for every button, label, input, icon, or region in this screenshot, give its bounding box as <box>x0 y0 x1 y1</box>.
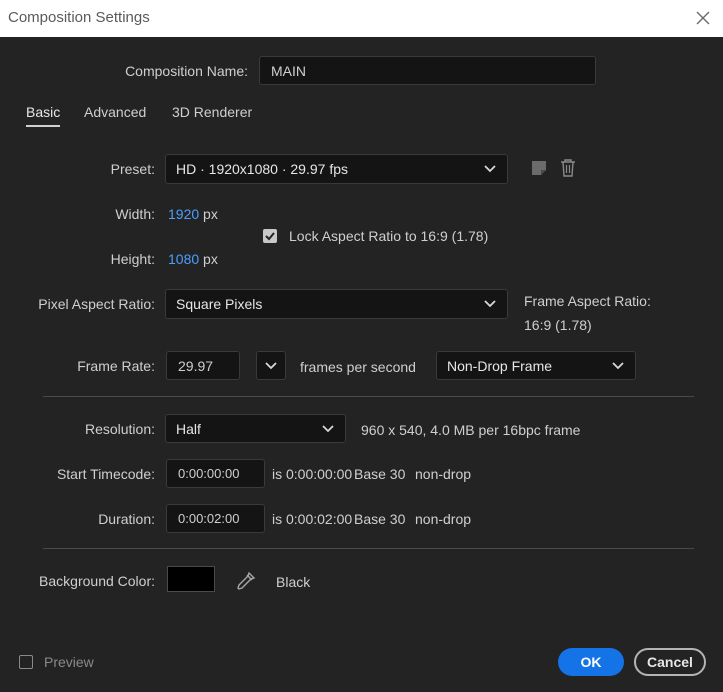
height-label: Height: <box>110 251 155 267</box>
divider <box>43 396 694 397</box>
width-field[interactable]: 1920 px <box>168 206 218 222</box>
duration-is: is 0:00:02:00 <box>272 511 353 527</box>
tab-advanced[interactable]: Advanced <box>84 104 146 120</box>
resolution-value: Half <box>176 420 201 437</box>
lock-aspect-checkbox[interactable] <box>263 229 277 243</box>
start-timecode-label: Start Timecode: <box>56 466 155 482</box>
tab-3d-renderer[interactable]: 3D Renderer <box>172 104 252 120</box>
chevron-down-icon <box>264 358 278 374</box>
start-timecode-value: 0:00:00:00 <box>178 466 240 481</box>
duration-base: Base 30 <box>354 511 406 527</box>
preview-checkbox[interactable] <box>19 655 33 669</box>
preset-select[interactable]: HD · 1920x1080 · 29.97 fps <box>165 154 508 184</box>
tab-basic-label: Basic <box>26 104 61 120</box>
duration-input[interactable]: 0:00:02:00 <box>166 504 265 533</box>
height-field[interactable]: 1080 px <box>168 251 218 267</box>
chevron-down-icon <box>483 296 497 312</box>
pixel-aspect-label: Pixel Aspect Ratio: <box>38 296 155 312</box>
frame-rate-input[interactable]: 29.97 <box>166 351 240 380</box>
ok-button[interactable]: OK <box>558 648 624 676</box>
width-unit: px <box>203 206 218 222</box>
composition-name-label: Composition Name: <box>125 63 248 79</box>
cancel-button[interactable]: Cancel <box>634 648 706 676</box>
frame-rate-label: Frame Rate: <box>77 358 155 374</box>
duration-value: 0:00:02:00 <box>178 511 240 526</box>
chevron-down-icon <box>321 421 335 437</box>
duration-label: Duration: <box>98 511 155 527</box>
trash-icon[interactable] <box>560 159 576 180</box>
frames-per-second-label: frames per second <box>300 359 416 375</box>
frame-aspect-label: Frame Aspect Ratio: <box>524 293 651 309</box>
ok-button-label: OK <box>580 654 602 670</box>
frame-rate-value: 29.97 <box>178 357 214 374</box>
resolution-label: Resolution: <box>84 421 155 437</box>
window-title: Composition Settings <box>8 9 150 26</box>
cancel-button-label: Cancel <box>647 654 693 670</box>
composition-name-input[interactable]: MAIN <box>259 56 596 85</box>
frame-rate-dropdown[interactable] <box>256 351 286 380</box>
eyedropper-icon[interactable] <box>236 571 256 594</box>
tab-basic[interactable]: Basic <box>26 104 61 127</box>
preset-value: HD · 1920x1080 · 29.97 fps <box>176 161 348 177</box>
resolution-info: 960 x 540, 4.0 MB per 16bpc frame <box>361 422 581 438</box>
width-label: Width: <box>115 206 155 222</box>
background-color-name: Black <box>276 574 311 590</box>
drop-frame-value: Non-Drop Frame <box>447 357 553 374</box>
tab-advanced-label: Advanced <box>84 104 147 120</box>
start-timecode-base: Base 30 <box>354 466 406 482</box>
title-bar: Composition Settings <box>0 0 723 37</box>
preview-label: Preview <box>44 654 94 670</box>
start-timecode-mode: non-drop <box>415 466 472 482</box>
width-value: 1920 <box>168 206 200 222</box>
background-color-swatch[interactable] <box>167 566 215 592</box>
chevron-down-icon <box>483 161 497 177</box>
duration-mode: non-drop <box>415 511 472 527</box>
divider <box>43 548 694 549</box>
frame-aspect-value: 16:9 (1.78) <box>524 317 592 333</box>
height-unit: px <box>203 251 218 267</box>
chevron-down-icon <box>611 358 625 374</box>
composition-name-value: MAIN <box>271 62 306 79</box>
preset-label: Preset: <box>110 161 155 177</box>
pixel-aspect-select[interactable]: Square Pixels <box>165 289 508 319</box>
height-value: 1080 <box>168 251 200 267</box>
pixel-aspect-value: Square Pixels <box>176 296 263 312</box>
drop-frame-select[interactable]: Non-Drop Frame <box>436 351 636 380</box>
background-color-label: Background Color: <box>39 573 155 589</box>
start-timecode-is: is 0:00:00:00 <box>272 466 353 482</box>
close-icon[interactable] <box>695 10 711 26</box>
save-preset-icon[interactable] <box>531 160 547 179</box>
lock-aspect-label: Lock Aspect Ratio to 16:9 (1.78) <box>289 228 489 244</box>
resolution-select[interactable]: Half <box>165 414 346 443</box>
tab-3d-renderer-label: 3D Renderer <box>172 104 253 120</box>
start-timecode-input[interactable]: 0:00:00:00 <box>166 459 265 488</box>
